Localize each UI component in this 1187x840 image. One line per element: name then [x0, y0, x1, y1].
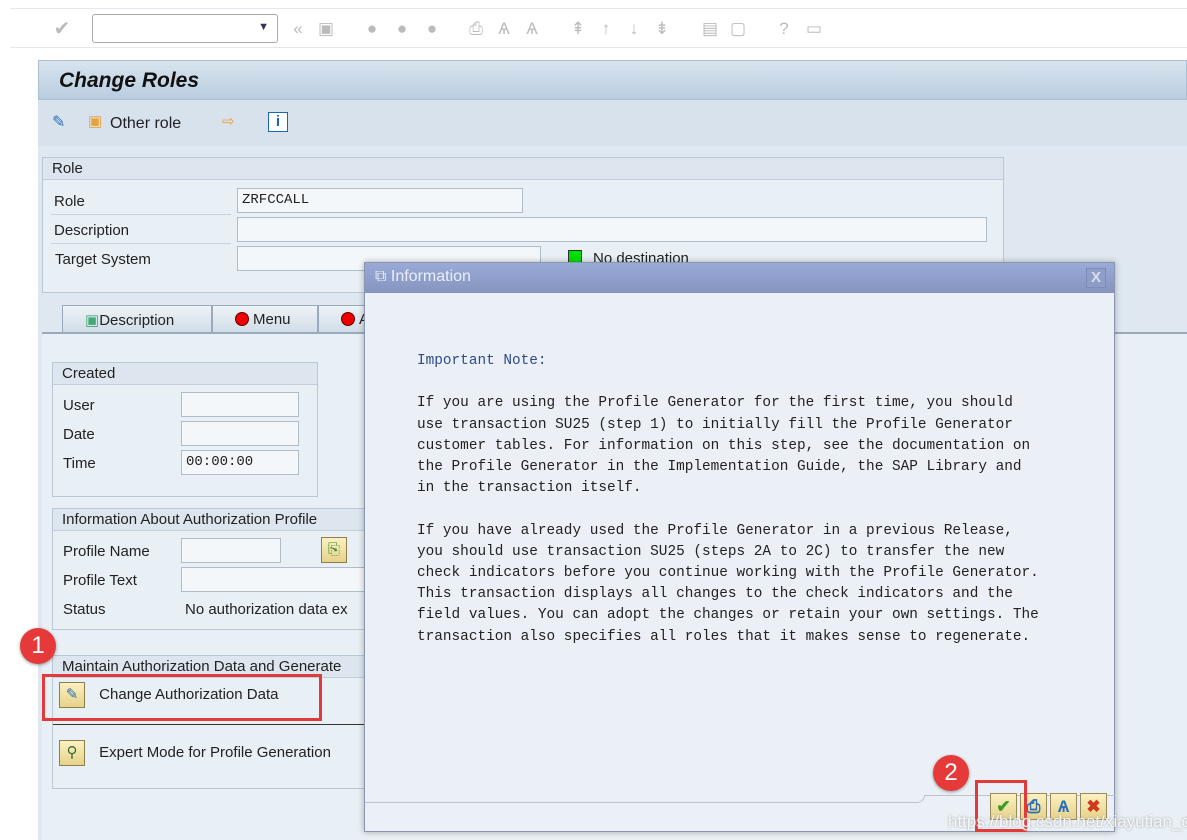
step-badge-2: 2: [933, 755, 969, 791]
title-bar: Change Roles: [38, 60, 1187, 100]
status-red-icon: [341, 312, 355, 326]
tab-menu[interactable]: Menu: [212, 305, 318, 333]
first-page-icon[interactable]: ⇞: [568, 19, 588, 39]
dialog-paragraph: If you are using the Profile Generator f…: [417, 395, 1031, 497]
back-icon[interactable]: «: [288, 19, 308, 39]
user-field[interactable]: [181, 392, 299, 417]
user-label: User: [63, 397, 95, 414]
profile-text-label: Profile Text: [63, 572, 137, 589]
time-field[interactable]: 00:00:00: [181, 450, 299, 475]
find-next-icon[interactable]: Ѧ: [522, 19, 542, 39]
description-field[interactable]: [237, 217, 987, 242]
date-label: Date: [63, 426, 95, 443]
page-title: Change Roles: [59, 69, 200, 92]
profile-name-label: Profile Name: [63, 543, 150, 560]
watermark: https://blog.csdn.net/xiayutian_c: [948, 812, 1187, 831]
time-label: Time: [63, 455, 96, 472]
tab-description[interactable]: ▣Description: [62, 305, 212, 333]
divider: [365, 795, 925, 803]
last-page-icon[interactable]: ⇟: [652, 19, 672, 39]
profile-text-field[interactable]: [181, 567, 371, 592]
prev-page-icon[interactable]: ↑: [596, 19, 616, 39]
expert-mode-button[interactable]: ⚲ Expert Mode for Profile Generation: [59, 740, 369, 772]
chevron-down-icon[interactable]: ▼: [258, 21, 269, 33]
role-field[interactable]: ZRFCCALL: [237, 188, 523, 213]
enter-icon[interactable]: ✔: [52, 19, 72, 39]
description-label: Description: [54, 222, 130, 239]
layout-icon[interactable]: ▭: [804, 19, 824, 39]
find-icon[interactable]: Ѧ: [494, 19, 514, 39]
close-icon[interactable]: X: [1086, 268, 1106, 288]
dialog-heading: Important Note:: [417, 353, 547, 369]
display-change-icon[interactable]: ✎: [52, 112, 65, 132]
highlight-box-1: [42, 674, 322, 721]
expert-mode-icon: ⚲: [59, 740, 85, 766]
other-role-button[interactable]: Other role: [110, 115, 181, 133]
date-field[interactable]: [181, 421, 299, 446]
help-icon[interactable]: ?: [774, 19, 794, 39]
description-icon: ▣: [85, 312, 100, 329]
target-system-label: Target System: [55, 251, 151, 268]
dialog-title: Information: [390, 268, 471, 285]
back-nav-icon[interactable]: ●: [362, 19, 382, 39]
role-label: Role: [54, 193, 85, 210]
profile-name-field[interactable]: [181, 538, 281, 563]
step-badge-1: 1: [20, 628, 56, 664]
save-icon[interactable]: ▣: [316, 19, 336, 39]
auth-profile-group: Information About Authorization Profile …: [52, 508, 372, 630]
status-value: No authorization data ex: [185, 601, 348, 618]
profile-name-proposal-icon[interactable]: ⎘: [321, 537, 347, 563]
tab-label: Description: [99, 312, 175, 329]
group-header: Created: [53, 363, 317, 385]
other-role-icon: ▣: [88, 113, 103, 130]
information-dialog: ⧉ Information X Important Note: If you a…: [364, 262, 1115, 832]
group-header: Information About Authorization Profile: [53, 509, 371, 531]
shortcut-icon[interactable]: ▢: [728, 19, 748, 39]
info-icon[interactable]: i: [268, 112, 288, 132]
dialog-message: Important Note: If you are using the Pro…: [417, 351, 1039, 648]
command-field[interactable]: ▼: [92, 14, 278, 43]
transport-icon[interactable]: ⇨: [222, 112, 235, 130]
status-label: Status: [63, 601, 106, 618]
dialog-paragraph: If you have already used the Profile Gen…: [417, 522, 1039, 645]
dialog-icon: ⧉: [375, 268, 387, 285]
dialog-title-bar: ⧉ Information: [365, 263, 1114, 293]
status-red-icon: [235, 312, 249, 326]
cancel-icon[interactable]: ●: [422, 19, 442, 39]
print-icon[interactable]: ⎙: [466, 19, 486, 39]
tab-label: Menu: [253, 311, 291, 328]
application-toolbar: ✎ ▣ Other role ⇨ i: [38, 100, 1187, 146]
new-session-icon[interactable]: ▤: [700, 19, 720, 39]
button-label: Expert Mode for Profile Generation: [99, 743, 331, 761]
created-group: Created User Date Time 00:00:00: [52, 362, 318, 497]
next-page-icon[interactable]: ↓: [624, 19, 644, 39]
exit-icon[interactable]: ●: [392, 19, 412, 39]
group-header: Role: [43, 158, 1003, 180]
